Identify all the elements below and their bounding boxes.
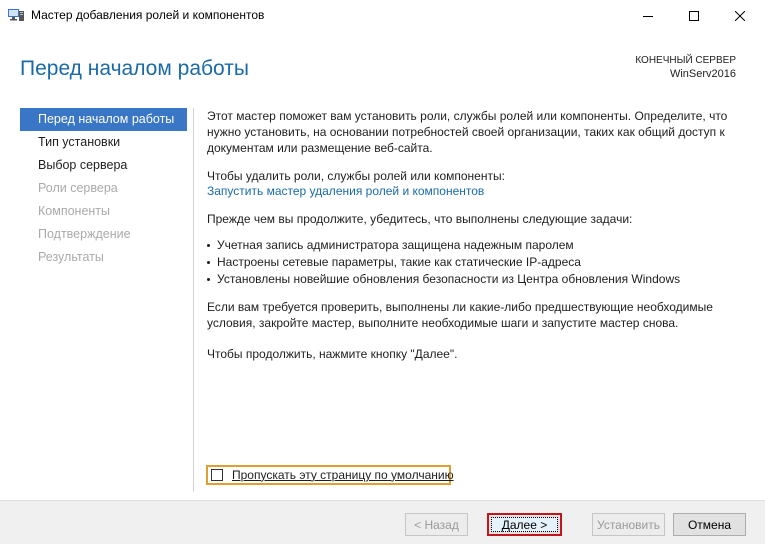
remove-prompt-text: Чтобы удалить роли, службы ролей или ком… [207,169,505,183]
next-button-label: Далее > [491,517,558,532]
maximize-icon [689,10,699,21]
bullet-icon [207,261,210,264]
close-button[interactable] [717,0,763,31]
task-text: Настроены сетевые параметры, такие как с… [217,255,581,269]
nav-item-results: Результаты [38,250,104,264]
tasks-prompt-text: Прежде чем вы продолжите, убедитесь, что… [207,212,633,226]
intro-text: Этот мастер поможет вам установить роли,… [207,109,728,155]
nav-divider [193,108,194,492]
list-item: Установлены новейшие обновления безопасн… [207,271,747,288]
minimize-icon [643,15,653,17]
back-button[interactable]: < Назад [405,513,468,536]
next-button[interactable]: Далее > [487,513,562,536]
destination-server-label: КОНЕЧНЫЙ СЕРВЕР [635,55,736,66]
nav-item-features: Компоненты [38,204,111,218]
nav-item-before-you-begin[interactable]: Перед началом работы [20,108,187,131]
cancel-button[interactable]: Отмена [673,513,746,536]
nav-item-confirmation: Подтверждение [38,227,131,241]
button-bar: < Назад Далее > Установить Отмена [0,501,765,544]
list-item: Учетная запись администратора защищена н… [207,237,747,254]
nav-item-server-roles: Роли сервера [38,181,118,195]
minimize-button[interactable] [625,0,671,31]
skip-page-option[interactable]: Пропускать эту страницу по умолчанию [206,465,454,485]
maximize-button[interactable] [671,0,717,31]
task-text: Учетная запись администратора защищена н… [217,238,574,252]
bullet-icon [207,278,210,281]
continue-note-text: Чтобы продолжить, нажмите кнопку "Далее"… [207,347,458,361]
skip-page-checkbox[interactable] [211,469,223,481]
install-button[interactable]: Установить [592,513,665,536]
destination-server-name: WinServ2016 [669,68,736,80]
nav-item-server-selection[interactable]: Выбор сервера [20,154,187,177]
window-title: Мастер добавления ролей и компонентов [31,8,265,22]
verify-note-text: Если вам требуется проверить, выполнены … [207,300,713,330]
page-title: Перед началом работы [20,57,249,80]
remove-roles-wizard-link[interactable]: Запустить мастер удаления ролей и компон… [207,183,484,199]
bullet-icon [207,244,210,247]
skip-page-label[interactable]: Пропускать эту страницу по умолчанию [232,468,454,482]
tasks-list: Учетная запись администратора защищена н… [207,237,747,288]
list-item: Настроены сетевые параметры, такие как с… [207,254,747,271]
title-bar: Мастер добавления ролей и компонентов [0,0,765,31]
server-manager-icon [8,8,24,22]
task-text: Установлены новейшие обновления безопасн… [217,272,681,286]
nav-item-installation-type[interactable]: Тип установки [20,131,187,154]
close-icon [735,10,745,21]
wizard-steps-nav: Перед началом работы Тип установки Выбор… [20,108,187,269]
